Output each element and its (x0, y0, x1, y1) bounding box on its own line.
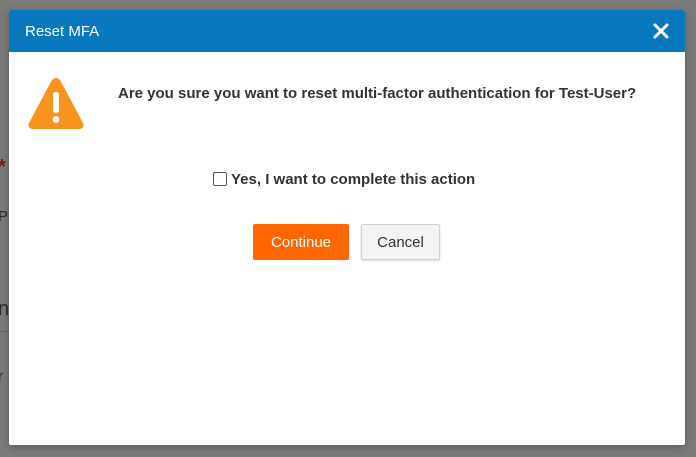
close-button[interactable] (651, 21, 671, 41)
confirm-action-label[interactable]: Yes, I want to complete this action (231, 171, 475, 188)
background-text-fragment: P (0, 208, 9, 225)
reset-mfa-dialog: Reset MFA Are you sure you want to reset… (9, 10, 685, 445)
required-marker: * (0, 156, 6, 179)
dialog-header: Reset MFA (9, 10, 685, 52)
cancel-button[interactable]: Cancel (361, 224, 440, 260)
dialog-title: Reset MFA (25, 22, 100, 40)
background-text-fragment: r (0, 368, 3, 385)
dialog-message-row: Are you sure you want to reset multi-fac… (9, 76, 685, 134)
warning-triangle-icon (28, 78, 84, 129)
confirm-action-row: Yes, I want to complete this action (213, 168, 475, 190)
background-text-fragment: n (0, 298, 10, 320)
dialog-message: Are you sure you want to reset multi-fac… (118, 85, 637, 102)
confirm-action-checkbox[interactable] (213, 172, 227, 186)
continue-button[interactable]: Continue (253, 224, 349, 260)
close-icon (653, 23, 669, 39)
